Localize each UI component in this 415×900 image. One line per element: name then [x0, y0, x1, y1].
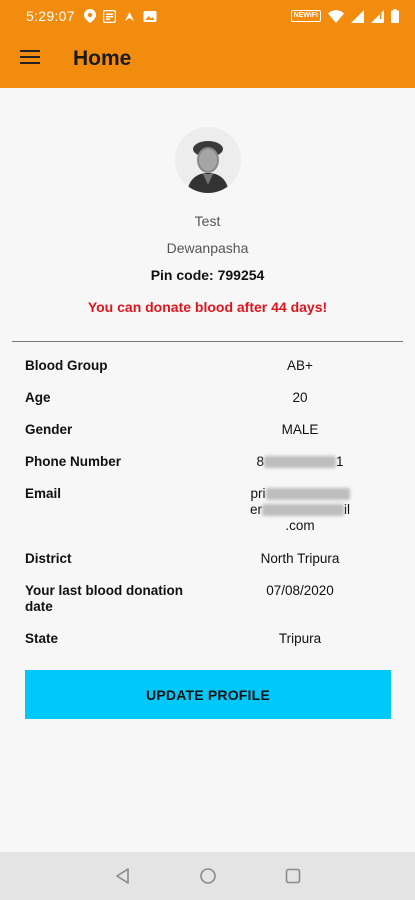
email-label: Email — [25, 486, 62, 501]
email-redacted — [262, 504, 344, 517]
status-notification-icons — [83, 9, 157, 23]
recents-icon[interactable] — [283, 866, 303, 886]
status-time: 5:29:07 — [26, 8, 75, 24]
last-donation-value: 07/08/2020 — [266, 583, 334, 598]
email-part: pri — [250, 486, 266, 501]
user-pincode: Pin code: 799254 — [150, 267, 265, 283]
home-icon[interactable] — [198, 866, 218, 886]
menu-icon[interactable] — [20, 50, 40, 68]
update-profile-button[interactable]: UPDATE PROFILE — [25, 670, 391, 719]
location-icon — [83, 9, 96, 23]
navigation-notification-icon — [124, 11, 134, 21]
age-value: 20 — [292, 390, 308, 405]
menu-line — [20, 62, 40, 64]
district-label: District — [25, 551, 72, 566]
app-bar: Home — [0, 32, 415, 88]
age-label: Age — [25, 390, 51, 405]
last-donation-label: Your last blood donation date — [25, 583, 183, 614]
gender-value: MALE — [281, 422, 319, 437]
battery-icon — [391, 9, 399, 23]
email-line-2: er il — [230, 502, 370, 518]
menu-line — [20, 56, 40, 58]
blood-group-label: Blood Group — [25, 358, 108, 373]
phone-label: Phone Number — [25, 454, 122, 469]
donation-eligibility-message: You can donate blood after 44 days! — [87, 299, 328, 315]
profile-content: Test Dewanpasha Pin code: 799254 You can… — [0, 88, 415, 852]
status-system-icons: NEWiFi — [290, 0, 399, 32]
avatar-portrait — [175, 127, 241, 193]
page-title: Home — [73, 47, 132, 70]
district-value: North Tripura — [260, 551, 340, 566]
email-part: il — [344, 502, 350, 517]
state-label: State — [25, 631, 59, 646]
email-part: er — [249, 502, 262, 517]
email-line-1: pri — [230, 486, 370, 502]
phone-redacted — [264, 456, 336, 469]
phone-suffix: 1 — [336, 454, 344, 469]
gender-label: Gender — [25, 422, 73, 437]
wifi-badge: NEWiFi — [290, 10, 321, 22]
avatar — [175, 127, 241, 193]
state-value: Tripura — [278, 631, 322, 646]
signal-icon-secondary — [371, 9, 384, 23]
system-navigation-bar — [0, 852, 415, 900]
back-icon[interactable] — [113, 866, 133, 886]
signal-icon — [351, 9, 364, 23]
phone-prefix: 8 — [256, 454, 264, 469]
menu-line — [20, 50, 40, 52]
user-city: Dewanpasha — [166, 240, 249, 256]
email-redacted — [265, 488, 350, 501]
divider — [12, 341, 403, 342]
app-notification-icon — [102, 9, 116, 23]
user-name: Test — [194, 213, 221, 229]
image-notification-icon — [143, 10, 157, 22]
email-value: pri er il .com — [230, 486, 370, 534]
status-bar: 5:29:07 NEWiFi — [0, 0, 415, 32]
blood-group-value: AB+ — [287, 358, 313, 373]
wifi-icon — [328, 9, 344, 23]
email-line-3: .com — [285, 518, 315, 533]
phone-value: 81 — [230, 454, 370, 470]
